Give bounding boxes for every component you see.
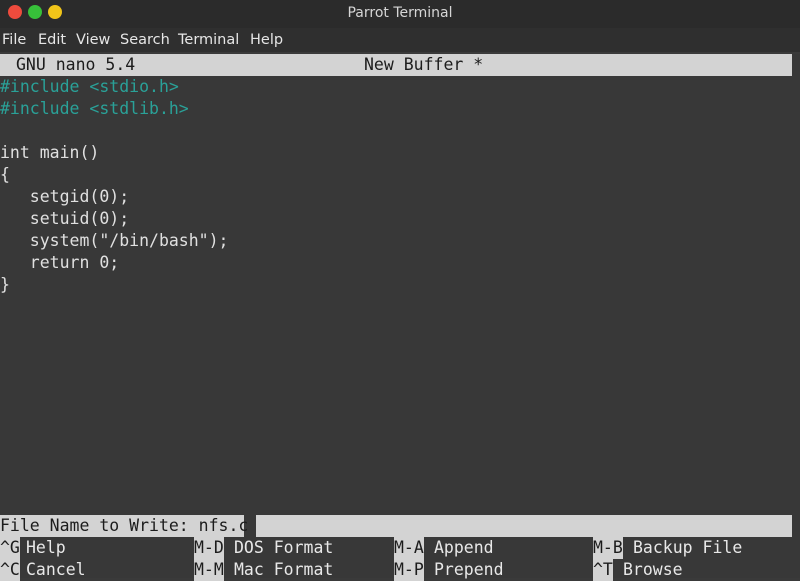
shortcut-backup-file[interactable]: Backup File bbox=[633, 537, 742, 559]
menu-search[interactable]: Search bbox=[120, 32, 170, 48]
window-title: Parrot Terminal bbox=[347, 5, 453, 21]
code-line-10: } bbox=[0, 275, 10, 294]
code-line-7: setuid(0); bbox=[0, 209, 130, 228]
code-line-8: system("/bin/bash"); bbox=[0, 231, 229, 250]
menu-terminal[interactable]: Terminal bbox=[178, 32, 239, 48]
code-line-1: #include <stdio.h> bbox=[0, 77, 179, 96]
shortcut-key: M-B bbox=[593, 537, 623, 559]
code-line-2: #include <stdlib.h> bbox=[0, 99, 189, 118]
shortcut-append[interactable]: Append bbox=[434, 537, 494, 559]
code-line-5: { bbox=[0, 165, 10, 184]
terminal-area[interactable]: GNU nano 5.4 New Buffer * #include <stdi… bbox=[0, 54, 800, 581]
shortcut-key: M-D bbox=[194, 537, 224, 559]
shortcut-dos-format[interactable]: DOS Format bbox=[234, 537, 333, 559]
menu-edit[interactable]: Edit bbox=[38, 32, 66, 48]
menu-file[interactable]: File bbox=[2, 32, 26, 48]
shortcut-help[interactable]: Help bbox=[26, 537, 66, 559]
shortcut-key: ^G bbox=[0, 537, 20, 559]
menu-help[interactable]: Help bbox=[250, 32, 283, 48]
filename-prompt: File Name to Write: nfs.c bbox=[0, 515, 249, 537]
window-titlebar: Parrot Terminal bbox=[0, 0, 800, 28]
shortcut-key: M-A bbox=[394, 537, 424, 559]
nano-version: GNU nano 5.4 bbox=[16, 55, 136, 74]
code-line-6: setgid(0); bbox=[0, 187, 130, 206]
buffer-name: New Buffer * bbox=[364, 55, 484, 74]
menu-view[interactable]: View bbox=[76, 32, 110, 48]
code-line-9: return 0; bbox=[0, 253, 120, 272]
nano-header: GNU nano 5.4 New Buffer * bbox=[0, 54, 792, 76]
menu-bar: File Edit View Search Terminal Help bbox=[0, 28, 800, 52]
code-line-4: int main() bbox=[0, 143, 100, 162]
filename-input[interactable] bbox=[256, 515, 792, 537]
